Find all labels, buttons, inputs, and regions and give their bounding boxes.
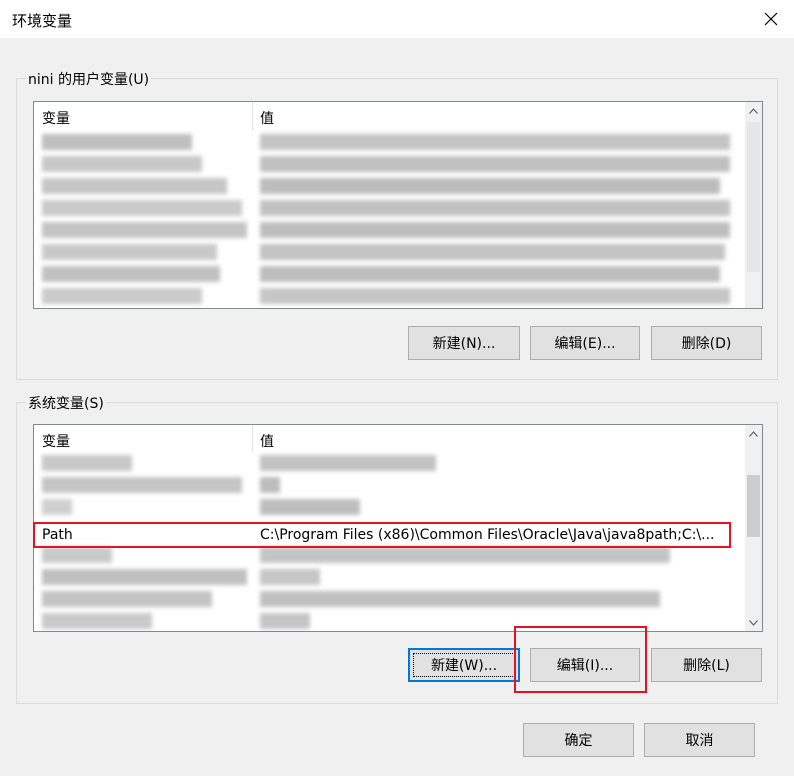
column-separator	[252, 425, 253, 453]
scroll-down-arrow[interactable]	[745, 614, 762, 631]
column-header-value[interactable]: 值	[260, 431, 274, 451]
column-separator	[252, 102, 253, 130]
user-delete-button[interactable]: 删除(D)	[651, 326, 762, 360]
system-variables-list[interactable]: 变量 值 Path C:\Program Files (x86)\Common …	[33, 424, 763, 632]
user-new-button[interactable]: 新建(N)...	[408, 326, 520, 360]
window-title: 环境变量	[12, 12, 73, 30]
system-delete-button[interactable]: 删除(L)	[651, 648, 762, 682]
cancel-button[interactable]: 取消	[644, 723, 755, 757]
close-button[interactable]	[748, 0, 794, 38]
system-variables-label: 系统变量(S)	[26, 393, 106, 413]
system-list-scrollbar[interactable]	[745, 425, 762, 631]
user-list-header: 变量 值	[34, 102, 762, 130]
column-header-value[interactable]: 值	[260, 108, 274, 128]
ok-button[interactable]: 确定	[523, 723, 634, 757]
column-header-variable[interactable]: 变量	[42, 108, 70, 128]
user-edit-button[interactable]: 编辑(E)...	[530, 326, 640, 360]
path-variable-value: C:\Program Files (x86)\Common Files\Orac…	[260, 527, 715, 543]
system-edit-button[interactable]: 编辑(I)...	[530, 648, 640, 682]
path-variable-name: Path	[42, 527, 73, 543]
scroll-thumb[interactable]	[747, 122, 760, 272]
user-list-scrollbar[interactable]	[745, 102, 762, 308]
scroll-up-arrow[interactable]	[745, 102, 762, 119]
system-new-button[interactable]: 新建(W)...	[408, 648, 520, 682]
chevron-up-icon	[749, 430, 758, 437]
close-icon	[764, 12, 778, 26]
chevron-up-icon	[749, 107, 758, 114]
column-header-variable[interactable]: 变量	[42, 431, 70, 451]
scroll-thumb[interactable]	[747, 475, 760, 537]
user-variables-list[interactable]: 变量 值	[33, 101, 763, 309]
system-list-header: 变量 值	[34, 425, 762, 453]
table-row-path[interactable]: Path C:\Program Files (x86)\Common Files…	[34, 525, 746, 547]
title-bar: 环境变量	[0, 0, 794, 38]
scroll-up-arrow[interactable]	[745, 425, 762, 442]
user-variables-label: nini 的用户变量(U)	[26, 69, 152, 89]
chevron-down-icon	[749, 619, 758, 626]
